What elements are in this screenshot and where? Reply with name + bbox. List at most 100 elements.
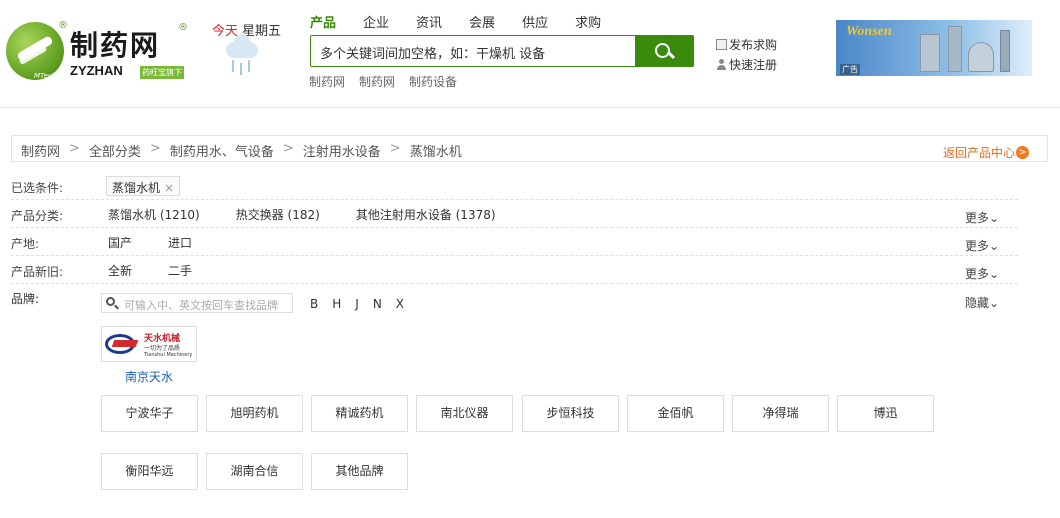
- logo-text-slogan: 一切为了品质: [144, 345, 181, 352]
- machine-graphic: [948, 26, 962, 72]
- filter-option[interactable]: 其他注射用水设备 (1378): [356, 206, 496, 223]
- chevron-down-icon: ⌄: [989, 296, 1000, 310]
- filter-option[interactable]: 全新: [108, 262, 132, 279]
- back-link-label: 返回产品中心: [942, 146, 1015, 160]
- hide-toggle[interactable]: 隐藏⌄: [965, 294, 999, 311]
- more-label: 更多: [965, 239, 990, 253]
- brand-search-input[interactable]: 可输入中、英文按回车查找品牌: [101, 293, 293, 313]
- breadcrumb-bar: 制药网 > 全部分类 > 制药用水、气设备 > 注射用水设备 > 蒸馏水机 返回…: [11, 135, 1048, 162]
- search-icon: [106, 297, 115, 306]
- more-toggle[interactable]: 更多⌄: [965, 237, 999, 254]
- logo-en: ZYZHAN: [70, 63, 123, 78]
- brand-button[interactable]: 湖南合信: [206, 453, 303, 490]
- filter-option[interactable]: 蒸馏水机 (1210): [108, 206, 200, 223]
- hot-keyword[interactable]: 制药网: [359, 73, 395, 90]
- quick-links: 发布求购 快速注册: [716, 34, 777, 74]
- logo-text-en: Tianshui Machinery: [144, 352, 193, 358]
- filter-label: 产地:: [11, 237, 40, 251]
- filter-row-category: 产品分类: 蒸馏水机 (1210) 热交换器 (182) 其他注射用水设备 (1…: [11, 200, 1018, 228]
- search-box: 多个关键词间加空格，如：干燥机 设备: [310, 35, 694, 67]
- hot-keyword[interactable]: 制药设备: [409, 73, 457, 90]
- close-icon[interactable]: ×: [164, 181, 174, 195]
- document-icon: [716, 38, 727, 50]
- filter-option[interactable]: 热交换器 (182): [236, 206, 320, 223]
- tab-product[interactable]: 产品: [310, 12, 336, 31]
- more-toggle[interactable]: 更多⌄: [965, 209, 999, 226]
- filter-options: 蒸馏水机 (1210) 热交换器 (182) 其他注射用水设备 (1378): [108, 206, 532, 223]
- brand-letter[interactable]: H: [332, 297, 341, 311]
- hot-keywords: 制药网 制药网 制药设备: [309, 73, 471, 90]
- filter-options: 国产 进口: [108, 234, 228, 251]
- brand-search-placeholder: 可输入中、英文按回车查找品牌: [124, 299, 278, 312]
- logo-cn: 制药网: [70, 29, 161, 62]
- featured-brand-name[interactable]: 南京天水: [101, 368, 197, 385]
- tab-news[interactable]: 资讯: [416, 12, 442, 31]
- publish-request-link[interactable]: 发布求购: [716, 34, 777, 54]
- brand-button[interactable]: 南北仪器: [416, 395, 513, 432]
- filter-label: 产品分类:: [11, 209, 64, 223]
- logo-sub: MTech: [34, 72, 57, 80]
- search-input[interactable]: 多个关键词间加空格，如：干燥机 设备: [320, 43, 545, 62]
- brand-button[interactable]: 精诚药机: [311, 395, 408, 432]
- more-label: 更多: [965, 267, 990, 281]
- other-brands-button[interactable]: 其他品牌: [311, 453, 408, 490]
- breadcrumb: 制药网 > 全部分类 > 制药用水、气设备 > 注射用水设备 > 蒸馏水机: [21, 141, 462, 160]
- quick-register-link[interactable]: 快速注册: [716, 54, 777, 74]
- filter-options: 全新 二手: [108, 262, 228, 279]
- breadcrumb-item[interactable]: 全部分类: [89, 141, 141, 160]
- featured-brand-logo[interactable]: 天水机械 一切为了品质 Tianshui Machinery: [101, 326, 197, 362]
- tab-purchase[interactable]: 求购: [575, 12, 601, 31]
- machine-graphic: [1000, 30, 1010, 72]
- breadcrumb-separator: >: [149, 141, 161, 156]
- brand-button[interactable]: 衡阳华远: [101, 453, 198, 490]
- chip-label: 蒸馏水机: [112, 181, 161, 195]
- brand-letter-index: B H J N X: [310, 297, 418, 311]
- chevron-down-icon: ⌄: [989, 239, 1000, 253]
- search-category-tabs: 产品 企业 资讯 会展 供应 求购: [310, 12, 628, 31]
- breadcrumb-item[interactable]: 制药网: [21, 141, 60, 160]
- brand-button[interactable]: 旭明药机: [206, 395, 303, 432]
- filter-label: 已选条件:: [11, 181, 64, 195]
- brand-letter[interactable]: B: [310, 297, 318, 311]
- filter-label-brand: 品牌:: [11, 290, 39, 307]
- more-label: 更多: [965, 211, 990, 225]
- brand-button[interactable]: 金佰帆: [627, 395, 724, 432]
- user-icon: [716, 58, 727, 70]
- machine-graphic: [968, 42, 994, 72]
- brand-letter[interactable]: J: [355, 297, 359, 311]
- more-toggle[interactable]: 更多⌄: [965, 265, 999, 282]
- tab-exhibition[interactable]: 会展: [469, 12, 495, 31]
- brand-letter[interactable]: N: [373, 297, 382, 311]
- site-header: MTech ® ® 制药网 ZYZHAN 药旺宝旗下 今天 星期五 产品 企业 资…: [0, 0, 1060, 108]
- hot-keyword[interactable]: 制药网: [309, 73, 345, 90]
- logo-tagline: 药旺宝旗下: [140, 66, 184, 79]
- filter-option[interactable]: 进口: [168, 234, 192, 251]
- arrow-right-icon: >: [1016, 146, 1029, 159]
- brand-button[interactable]: 宁波华子: [101, 395, 198, 432]
- publish-request-label: 发布求购: [729, 37, 778, 52]
- filter-option[interactable]: 国产: [108, 234, 132, 251]
- brand-button[interactable]: 博迅: [837, 395, 934, 432]
- brand-button[interactable]: 净得瑞: [732, 395, 829, 432]
- filter-row-selected: 已选条件: 蒸馏水机 ×: [11, 172, 1018, 200]
- quick-register-label: 快速注册: [729, 57, 778, 72]
- tab-company[interactable]: 企业: [363, 12, 389, 31]
- ad-banner[interactable]: Wonsen 广告: [836, 20, 1032, 76]
- search-button[interactable]: [635, 35, 694, 67]
- logo-reg-mark-2: ®: [178, 22, 188, 33]
- breadcrumb-item[interactable]: 注射用水设备: [303, 141, 381, 160]
- back-to-product-center-link[interactable]: 返回产品中心 >: [943, 144, 1029, 161]
- machine-graphic: [920, 34, 940, 72]
- filter-option[interactable]: 二手: [168, 262, 192, 279]
- brand-letter[interactable]: X: [396, 297, 404, 311]
- selected-filter-chip[interactable]: 蒸馏水机 ×: [106, 176, 181, 196]
- tab-supply[interactable]: 供应: [522, 12, 548, 31]
- filter-row-origin: 产地: 国产 进口 更多⌄: [11, 228, 1018, 256]
- chevron-down-icon: ⌄: [989, 211, 1000, 225]
- ad-label: 广告: [840, 64, 860, 75]
- brand-button[interactable]: 步恒科技: [522, 395, 619, 432]
- breadcrumb-item[interactable]: 制药用水、气设备: [170, 141, 274, 160]
- site-logo[interactable]: MTech ® ® 制药网 ZYZHAN 药旺宝旗下: [6, 20, 188, 84]
- breadcrumb-separator: >: [69, 141, 80, 156]
- filter-label: 品牌:: [11, 292, 40, 306]
